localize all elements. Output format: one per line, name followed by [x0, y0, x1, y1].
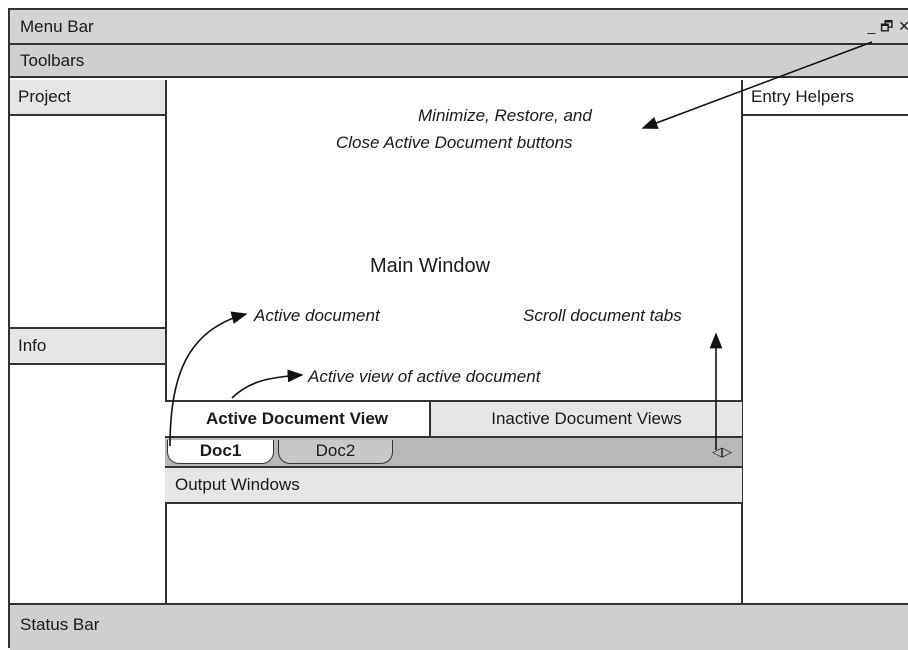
menu-bar[interactable]: Menu Bar _ 🗗 ✕	[10, 10, 908, 45]
tab-doc2[interactable]: Doc2	[278, 440, 393, 464]
entry-helpers-label: Entry Helpers	[751, 87, 854, 106]
status-bar-label: Status Bar	[20, 615, 100, 634]
tab-doc1[interactable]: Doc1	[167, 440, 274, 464]
scroll-left-icon[interactable]: ◁	[712, 444, 722, 459]
output-windows-label: Output Windows	[175, 475, 300, 494]
window-controls: _ 🗗 ✕	[867, 10, 908, 43]
restore-icon[interactable]: 🗗	[880, 10, 893, 43]
scroll-tabs-annotation: Scroll document tabs	[523, 306, 682, 325]
left-divider	[165, 80, 167, 603]
document-tab-strip: Doc1 Doc2 ◁▷	[165, 438, 742, 468]
close-icon[interactable]: ✕	[898, 10, 908, 43]
scroll-right-icon[interactable]: ▷	[722, 444, 732, 459]
menu-bar-label: Menu Bar	[20, 17, 94, 36]
inactive-document-views[interactable]: Inactive Document Views	[431, 402, 742, 436]
buttons-annotation-line1: Minimize, Restore, and	[418, 106, 592, 125]
active-document-annotation: Active document	[254, 306, 380, 325]
main-window-title: Main Window	[370, 255, 491, 277]
toolbars-label: Toolbars	[20, 51, 85, 70]
active-document-view[interactable]: Active Document View	[165, 402, 429, 436]
project-panel-header[interactable]: Project	[10, 80, 165, 116]
active-view-annotation: Active view of active document	[308, 367, 541, 386]
tab-scroll-buttons: ◁▷	[712, 441, 732, 463]
right-divider	[741, 80, 743, 603]
minimize-icon[interactable]: _	[867, 10, 875, 43]
document-views: Active Document View Inactive Document V…	[165, 400, 742, 438]
buttons-annotation-line2: Close Active Document buttons	[336, 133, 573, 152]
entry-helpers-panel-header[interactable]: Entry Helpers	[743, 80, 908, 116]
info-panel-header[interactable]: Info	[10, 327, 165, 365]
toolbars[interactable]: Toolbars	[10, 45, 908, 78]
application-frame: Menu Bar _ 🗗 ✕ Toolbars Project Info Ent…	[8, 8, 908, 650]
info-label: Info	[18, 336, 47, 355]
status-bar: Status Bar	[10, 603, 908, 650]
output-windows[interactable]: Output Windows	[165, 468, 742, 504]
project-label: Project	[18, 87, 71, 106]
